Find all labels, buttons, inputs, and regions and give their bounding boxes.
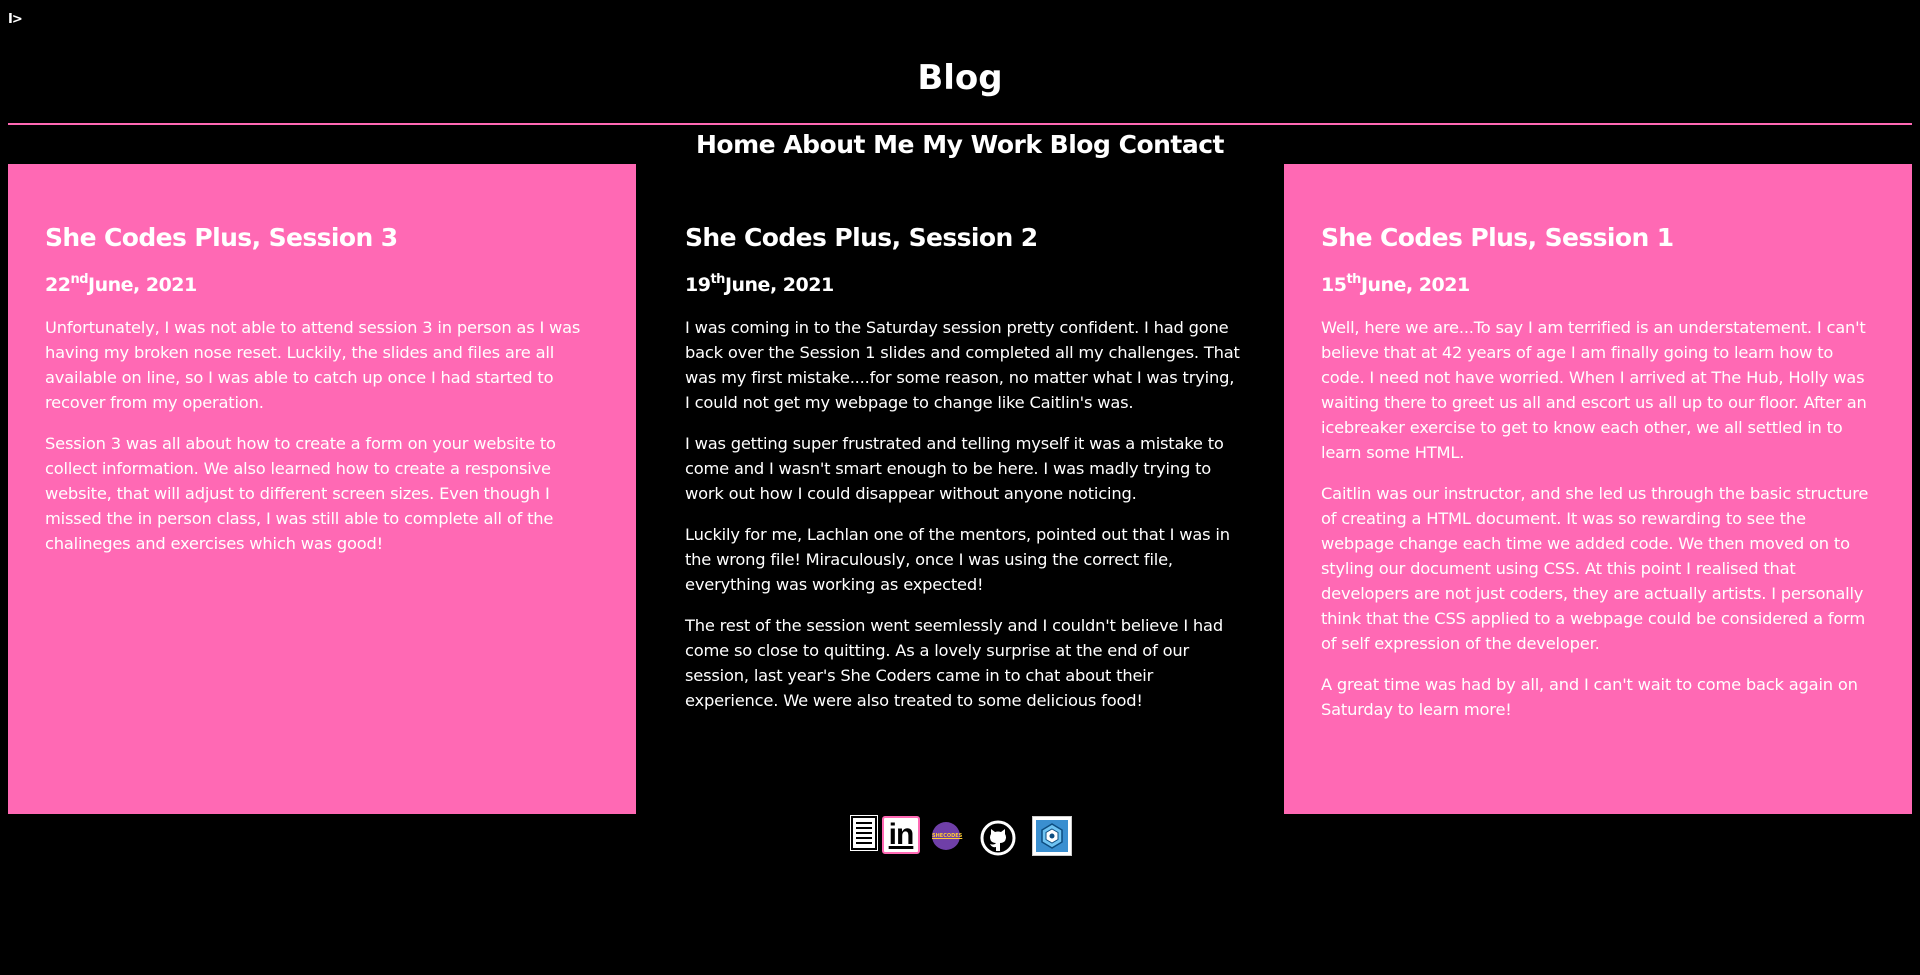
blog-post-session-1: She Codes Plus, Session 1 15thJune, 2021… xyxy=(1284,164,1912,814)
blog-posts: She Codes Plus, Session 3 22ndJune, 2021… xyxy=(8,164,1912,814)
linkedin-icon[interactable]: in xyxy=(882,816,920,854)
post-paragraph: Unfortunately, I was not able to attend … xyxy=(45,318,581,412)
post-paragraph: Luckily for me, Lachlan one of the mento… xyxy=(685,525,1230,594)
page-title: Blog xyxy=(917,58,1003,98)
blog-post-session-3: She Codes Plus, Session 3 22ndJune, 2021… xyxy=(8,164,636,814)
nav-link-blog[interactable]: Blog xyxy=(1050,130,1111,159)
post-paragraph: The rest of the session went seemlessly … xyxy=(685,616,1223,710)
post-date: 22ndJune, 2021 xyxy=(45,272,197,296)
project-app-icon[interactable] xyxy=(1032,816,1072,856)
post-paragraph: Caitlin was our instructor, and she led … xyxy=(1321,484,1869,653)
social-links: in SHECODES xyxy=(0,814,1920,856)
blog-post-session-2: She Codes Plus, Session 2 19thJune, 2021… xyxy=(642,164,1278,814)
post-paragraph: Session 3 was all about how to create a … xyxy=(45,434,556,553)
github-icon[interactable] xyxy=(980,820,1016,856)
site-logo[interactable]: I> xyxy=(8,12,23,27)
nav-link-work[interactable]: My Work xyxy=(922,130,1042,159)
post-paragraph: I was coming in to the Saturday session … xyxy=(685,318,1240,412)
post-paragraph: Well, here we are...To say I am terrifie… xyxy=(1321,318,1867,462)
post-paragraph: I was getting super frustrated and telli… xyxy=(685,434,1224,503)
shecodes-icon[interactable]: SHECODES xyxy=(932,822,962,850)
nav-link-about[interactable]: About Me xyxy=(783,130,914,159)
cv-document-icon[interactable] xyxy=(850,815,878,851)
post-date: 15thJune, 2021 xyxy=(1321,272,1470,296)
header-divider xyxy=(8,123,1912,125)
post-title: She Codes Plus, Session 1 xyxy=(1321,223,1674,252)
post-title: She Codes Plus, Session 3 xyxy=(45,223,398,252)
post-paragraph: A great time was had by all, and I can't… xyxy=(1321,675,1858,719)
main-nav: Home About Me My Work Blog Contact xyxy=(0,128,1920,162)
post-title: She Codes Plus, Session 2 xyxy=(685,223,1038,252)
nav-link-contact[interactable]: Contact xyxy=(1119,130,1225,159)
nav-link-home[interactable]: Home xyxy=(696,130,776,159)
post-date: 19thJune, 2021 xyxy=(685,272,834,296)
